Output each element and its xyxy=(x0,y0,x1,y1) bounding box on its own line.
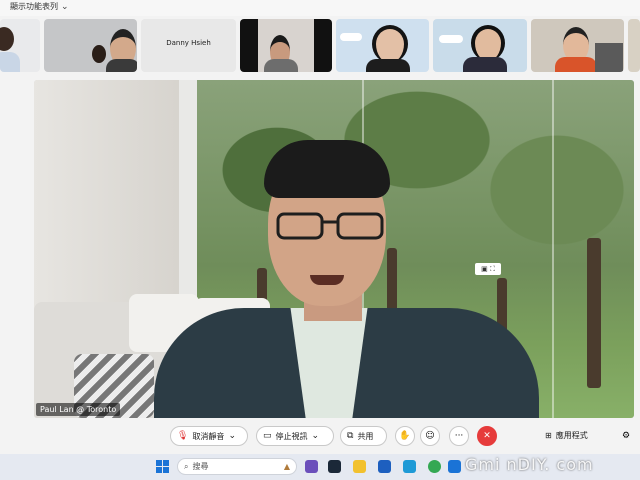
meeting-controls: 🎙 取消靜音 ⌄ ▭ 停止視訊 ⌄ ⧉ 共用 ✋ ☺ ··· ✕ ⊞ 應用程式 … xyxy=(0,424,640,450)
speaker-mouth xyxy=(310,275,344,285)
participant-tile[interactable] xyxy=(433,19,527,72)
pin-video-icon[interactable]: ▣ ⛶ xyxy=(475,263,501,275)
unmute-label: 取消靜音 xyxy=(192,431,225,441)
microphone-muted-icon: 🎙 xyxy=(177,431,189,441)
word-app-icon[interactable] xyxy=(378,460,391,473)
participant-tile[interactable] xyxy=(240,19,332,72)
steam-app-icon[interactable] xyxy=(328,460,341,473)
main-video[interactable]: ▣ ⛶ Paul Lan @ Toronto xyxy=(34,80,634,418)
reactions-button[interactable]: ☺ xyxy=(420,426,440,446)
share-label: 共用 xyxy=(357,431,374,441)
apps-label: 應用程式 xyxy=(555,431,588,440)
smiley-icon: ☺ xyxy=(425,431,435,441)
view-menu-toggle[interactable]: 顯示功能表列 ⌄ xyxy=(10,1,69,12)
participant-tile[interactable] xyxy=(0,19,40,72)
watermark-text: Gmi nDIY. com xyxy=(465,455,594,474)
camera-icon: ▭ xyxy=(263,431,272,441)
webex-app-icon[interactable] xyxy=(448,460,461,473)
participant-strip: Danny Hsieh xyxy=(0,19,640,72)
teams-app-icon[interactable] xyxy=(305,460,318,473)
share-button[interactable]: ⧉ 共用 xyxy=(340,426,387,446)
gear-icon: ⚙ xyxy=(621,431,631,441)
settings-button[interactable]: ⚙ xyxy=(616,426,636,446)
chevron-down-icon: ⌄ xyxy=(311,431,320,441)
search-icon: ⌕ xyxy=(184,461,189,471)
windows-start-icon[interactable] xyxy=(156,460,169,473)
stop-video-label: 停止視訊 xyxy=(275,431,308,441)
participant-tile[interactable]: Danny Hsieh xyxy=(141,19,236,72)
participant-tile[interactable] xyxy=(531,19,624,72)
speaker-hair xyxy=(264,140,390,198)
chrome-app-icon[interactable] xyxy=(428,460,441,473)
unmute-button[interactable]: 🎙 取消靜音 ⌄ xyxy=(170,426,248,446)
chevron-down-icon: ⌄ xyxy=(61,1,69,12)
speaker-name-label: Paul Lan @ Toronto xyxy=(36,403,121,416)
chevron-down-icon: ⌄ xyxy=(228,431,236,441)
file-explorer-icon[interactable] xyxy=(353,460,366,473)
taskbar-search[interactable]: ⌕ 搜尋 ▲ xyxy=(177,458,297,475)
more-icon: ··· xyxy=(454,431,464,441)
taskbar-search-label: 搜尋 xyxy=(192,462,209,471)
more-options-button[interactable]: ··· xyxy=(449,426,469,446)
participant-tile[interactable] xyxy=(336,19,429,72)
view-toggle-label: 顯示功能表列 xyxy=(10,2,58,11)
edge-app-icon[interactable] xyxy=(403,460,416,473)
apps-button[interactable]: ⊞ 應用程式 xyxy=(545,430,588,441)
apps-icon: ⊞ xyxy=(545,431,552,440)
raise-hand-button[interactable]: ✋ xyxy=(395,426,415,446)
participant-name: Danny Hsieh xyxy=(166,39,211,47)
close-icon: ✕ xyxy=(483,431,491,441)
top-bar: 顯示功能表列 ⌄ xyxy=(0,0,640,16)
end-meeting-button[interactable]: ✕ xyxy=(477,426,497,446)
speaker-glasses xyxy=(276,212,384,240)
hand-icon: ✋ xyxy=(399,431,411,441)
participant-tile[interactable] xyxy=(44,19,137,72)
share-screen-icon: ⧉ xyxy=(347,431,354,441)
search-highlight-icon: ▲ xyxy=(283,462,290,471)
stop-video-button[interactable]: ▭ 停止視訊 ⌄ xyxy=(256,426,334,446)
participant-tile[interactable] xyxy=(628,19,640,72)
